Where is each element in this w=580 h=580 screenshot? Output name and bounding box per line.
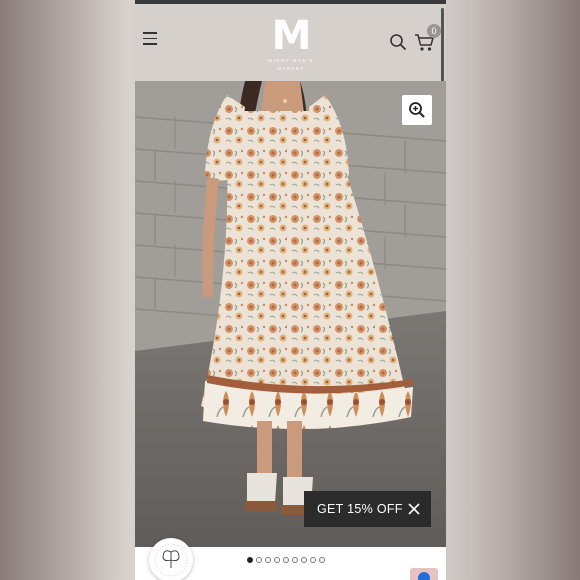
cart-count-badge: 0 xyxy=(427,24,441,38)
search-icon xyxy=(390,34,406,50)
brand-badge[interactable] xyxy=(149,538,193,580)
scrollbar[interactable] xyxy=(441,8,444,88)
chat-icon xyxy=(418,572,430,580)
carousel-dot[interactable] xyxy=(292,557,298,563)
chat-widget-button[interactable] xyxy=(410,568,438,580)
butterfly-logo-icon xyxy=(154,543,188,577)
carousel-dot[interactable] xyxy=(319,557,325,563)
zoom-in-icon xyxy=(409,102,425,118)
phone-screen: M MINDY MAE'S MARKET 0 GET 15% OFF xyxy=(135,0,446,580)
logo-tagline-1: MINDY MAE'S xyxy=(268,58,314,63)
discount-promo-button[interactable]: GET 15% OFF xyxy=(304,491,431,527)
search-button[interactable] xyxy=(389,33,407,51)
site-header: M MINDY MAE'S MARKET xyxy=(135,4,446,81)
carousel-dot[interactable] xyxy=(274,557,280,563)
carousel-dot[interactable] xyxy=(283,557,289,563)
carousel-dot[interactable] xyxy=(301,557,307,563)
product-image[interactable] xyxy=(135,81,446,547)
carousel-dots xyxy=(247,557,325,564)
promo-label: GET 15% OFF xyxy=(317,502,403,516)
carousel-dot[interactable] xyxy=(265,557,271,563)
menu-button[interactable] xyxy=(143,32,159,46)
logo-tagline-2: MARKET xyxy=(277,65,305,71)
close-icon[interactable] xyxy=(408,503,420,515)
carousel-dot[interactable] xyxy=(256,557,262,563)
store-logo[interactable]: M MINDY MAE'S MARKET xyxy=(260,16,322,71)
carousel-dot[interactable] xyxy=(247,557,253,563)
logo-letter: M xyxy=(271,13,312,59)
zoom-button[interactable] xyxy=(402,95,432,125)
carousel-dot[interactable] xyxy=(310,557,316,563)
dress-photo xyxy=(135,81,446,547)
hamburger-icon xyxy=(143,32,157,34)
